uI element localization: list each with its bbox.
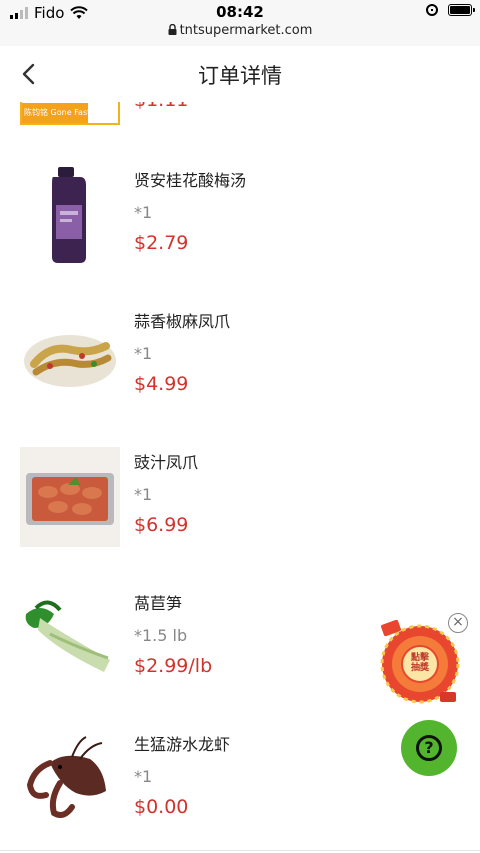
item-name: 萵苣笋 xyxy=(134,594,183,613)
url-bar[interactable]: tntsupermarket.com xyxy=(0,23,480,38)
item-price: $2.79 xyxy=(134,232,189,254)
item-name: 豉汁凤爪 xyxy=(134,453,199,472)
product-image xyxy=(20,306,120,406)
product-image xyxy=(20,588,120,688)
item-quantity: *1 xyxy=(134,485,153,504)
item-name: 生猛游水龙虾 xyxy=(134,735,231,754)
list-item[interactable]: 贤安桂花酸梅汤 *1 $2.79 xyxy=(0,145,480,287)
lucky-draw-wheel[interactable]: 點擊 抽獎 xyxy=(378,619,462,704)
product-image xyxy=(20,165,120,265)
orientation-lock-icon xyxy=(426,4,438,16)
help-button[interactable]: ? xyxy=(401,720,457,776)
clock: 08:42 xyxy=(216,3,264,21)
battery-icon xyxy=(448,4,475,16)
status-icons xyxy=(426,4,475,16)
item-price: $1.11 xyxy=(134,102,188,111)
item-quantity: *1 xyxy=(134,767,153,786)
item-price: $0.00 xyxy=(134,796,189,818)
badge-text: Gone Fast xyxy=(50,108,88,117)
close-promo-button[interactable]: × xyxy=(448,613,468,633)
question-icon: ? xyxy=(416,735,442,761)
product-image xyxy=(20,729,120,829)
item-quantity: *1 xyxy=(134,344,153,363)
promo-label: 點擊 抽獎 xyxy=(378,653,462,673)
gone-fast-badge: 陈钧铭 Gone Fast xyxy=(22,103,88,123)
item-price: $2.99/lb xyxy=(134,655,213,677)
page-header: 订单详情 xyxy=(0,46,480,103)
item-quantity: *1 xyxy=(134,203,153,222)
status-bar: Fido 08:42 tntsupermarket.com xyxy=(0,0,480,46)
list-item[interactable]: 陈钧铭 Gone Fast $1.11 xyxy=(0,102,480,146)
badge-brand: 陈钧铭 xyxy=(24,108,48,117)
promo-label-line1: 點擊 xyxy=(410,653,429,663)
lock-icon xyxy=(168,23,177,35)
list-item[interactable]: 蒜香椒麻凤爪 *1 $4.99 xyxy=(0,286,480,428)
product-image xyxy=(20,447,120,547)
item-name: 蒜香椒麻凤爪 xyxy=(134,312,231,331)
item-price: $4.99 xyxy=(134,373,189,395)
product-image: 陈钧铭 Gone Fast xyxy=(20,102,120,125)
page-title: 订单详情 xyxy=(198,64,282,88)
item-price: $6.99 xyxy=(134,514,189,536)
promo-label-line2: 抽獎 xyxy=(410,663,429,673)
list-item[interactable]: 豉汁凤爪 *1 $6.99 xyxy=(0,427,480,569)
item-quantity: *1.5 lb xyxy=(134,626,188,645)
item-name: 贤安桂花酸梅汤 xyxy=(134,171,247,190)
url-text: tntsupermarket.com xyxy=(179,23,313,38)
close-icon: × xyxy=(452,614,464,630)
